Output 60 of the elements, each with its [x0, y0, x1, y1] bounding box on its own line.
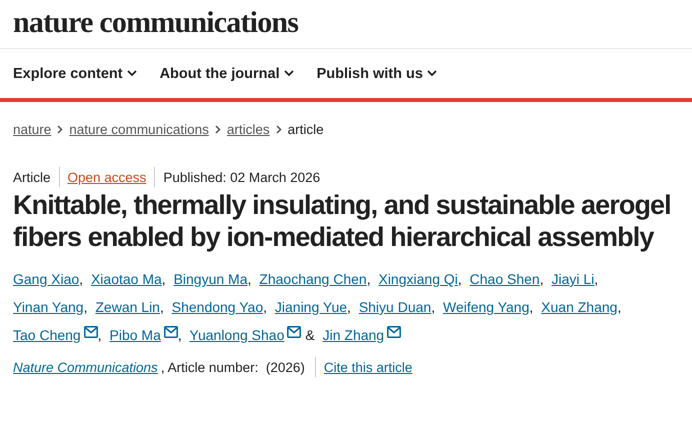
article-title: Knittable, thermally insulating, and sustainable aerogel fibers enabled by ion-mediated hierarchical assembly — [13, 189, 672, 253]
author-link[interactable]: Zewan Lin — [95, 299, 160, 315]
chevron-right-icon — [276, 125, 282, 134]
author-link[interactable]: Weifeng Yang — [442, 299, 530, 315]
author-separator: , — [594, 271, 598, 287]
author-separator: , — [98, 327, 102, 343]
author-link[interactable]: Jin Zhang — [322, 327, 384, 343]
author-link[interactable]: Bingyun Ma — [174, 271, 248, 287]
chevron-down-icon — [284, 70, 294, 77]
author-link[interactable]: Tao Cheng — [13, 327, 81, 343]
site-logo[interactable]: nature communications — [13, 6, 679, 40]
chevron-right-icon — [214, 125, 221, 134]
author-separator: , — [162, 271, 166, 287]
breadcrumb-link[interactable]: nature communications — [69, 122, 209, 137]
author-separator: , — [431, 299, 436, 315]
author-link[interactable]: Jiayi Li — [552, 271, 594, 287]
author-separator: , — [248, 271, 252, 287]
current-page-label: article — [288, 122, 324, 137]
author-separator: , — [617, 299, 622, 315]
email-icon[interactable] — [164, 326, 178, 338]
author-separator: , — [366, 271, 371, 287]
chevron-down-icon — [126, 70, 137, 77]
author-separator: , — [79, 271, 84, 287]
author-link[interactable]: Chao Shen — [470, 271, 540, 287]
breadcrumb-link[interactable]: articles — [226, 122, 270, 137]
author-link[interactable]: Gang Xiao — [13, 271, 80, 287]
email-icon[interactable] — [287, 326, 302, 338]
article-number: , Article number: (2026) — [160, 360, 306, 374]
nav-menu-button[interactable]: Publish with us — [316, 66, 437, 82]
author-separator: , — [529, 299, 534, 315]
author-separator: , — [160, 299, 164, 315]
article-type: Article — [13, 170, 52, 184]
open-access-link[interactable]: Open access — [68, 170, 146, 184]
author-separator: , — [178, 327, 182, 343]
breadcrumb-link[interactable]: nature — [13, 122, 52, 137]
cite-link[interactable]: Cite this article — [324, 360, 412, 374]
author-separator: & — [305, 327, 315, 343]
author-separator: , — [84, 299, 88, 315]
chevron-right-icon — [57, 125, 64, 134]
author-link[interactable]: Xingxiang Qi — [378, 271, 458, 287]
author-link[interactable]: Yinan Yang — [13, 299, 84, 315]
chevron-down-icon — [426, 70, 437, 77]
author-link[interactable]: Jianing Yue — [274, 299, 348, 315]
author-link[interactable]: Yuanlong Shao — [189, 327, 284, 343]
author-link[interactable]: Pibo Ma — [110, 327, 161, 343]
journal-link[interactable]: Nature Communications — [13, 360, 158, 374]
author-link[interactable]: Shiyu Duan — [358, 299, 432, 315]
author-separator: , — [263, 299, 267, 315]
published-date: Published: 02 March 2026 — [162, 170, 322, 184]
author-separator: , — [458, 271, 462, 287]
nav-menu-button[interactable]: About the journal — [160, 66, 294, 82]
author-link[interactable]: Shendong Yao — [172, 299, 264, 315]
author-link[interactable]: Zhaochang Chen — [259, 271, 367, 287]
email-icon[interactable] — [84, 326, 98, 338]
author-separator: , — [540, 271, 544, 287]
email-icon[interactable] — [387, 326, 402, 338]
author-link[interactable]: Xuan Zhang — [541, 299, 618, 315]
author-separator: , — [347, 299, 351, 315]
nav-menu-button[interactable]: Explore content — [13, 66, 137, 82]
author-link[interactable]: Xiaotao Ma — [90, 271, 162, 287]
